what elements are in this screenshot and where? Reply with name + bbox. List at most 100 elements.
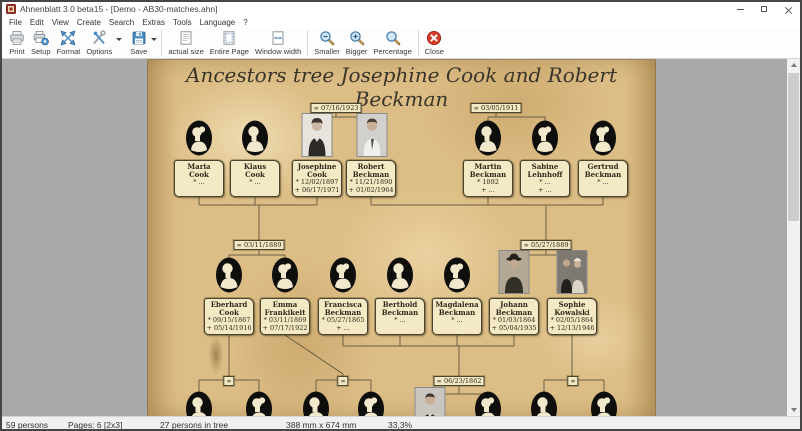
marriage-label: ∞: [567, 376, 578, 386]
printer-icon: [9, 30, 25, 46]
zoom-out-icon: [319, 30, 335, 46]
format-button[interactable]: Format: [54, 29, 84, 58]
person-box-klaus-cook[interactable]: Klaus Cook * ...: [230, 160, 280, 197]
marriage-label: ∞: [223, 376, 234, 386]
silhouette-female-icon: [591, 391, 618, 416]
silhouette-male-icon: [186, 391, 213, 416]
person-box-sophie-kowalski[interactable]: Sophie Kowalski * 02/05/1864 + 12/13/194…: [547, 298, 597, 335]
toolbar: Print Setup For: [2, 28, 800, 59]
smaller-button[interactable]: Smaller: [311, 29, 342, 58]
menu-edit[interactable]: Edit: [26, 18, 48, 27]
silhouette-male-icon: [242, 120, 269, 156]
silhouette-female-icon: [475, 391, 502, 416]
person-box-sabine-lehnhoff[interactable]: Sabine Lehnhoff * ... + ...: [520, 160, 570, 197]
marriage-label: ∞ 06/23/1862: [434, 376, 485, 386]
toolbar-separator: [307, 30, 308, 56]
person-box-francisca-beckman[interactable]: Francisca Beckman * 05/27/1865 + ...: [318, 298, 368, 335]
person-box-maria-cook[interactable]: Maria Cook * ...: [174, 160, 224, 197]
status-persons-in-tree: 27 persons in tree: [160, 420, 228, 430]
printer-setup-icon: [33, 30, 49, 46]
menu-language[interactable]: Language: [196, 18, 240, 27]
scroll-down-arrow-icon[interactable]: [787, 404, 800, 416]
person-box-berthold-beckman[interactable]: Berthold Beckman * ...: [375, 298, 425, 335]
scroll-up-arrow-icon[interactable]: [787, 59, 800, 71]
marriage-label: ∞: [337, 376, 348, 386]
dropdown-arrow-icon: [151, 38, 157, 41]
app-logo-icon: [6, 4, 16, 14]
person-box-josephine-cook[interactable]: Josephine Cook * 12/02/1897 + 06/17/1971: [292, 160, 342, 197]
status-zoom-level: 33,3%: [388, 420, 412, 430]
close-button[interactable]: Close: [422, 29, 447, 58]
toolbar-separator: [418, 30, 419, 56]
menu-view[interactable]: View: [48, 18, 73, 27]
zoom-in-icon: [349, 30, 365, 46]
zoom-percentage-icon: [385, 30, 401, 46]
status-bar: 59 persons Pages: 6 [2x3] 27 persons in …: [2, 416, 800, 431]
person-box-eberhard-cook[interactable]: Eberhard Cook * 09/15/1867 + 05/14/1916: [204, 298, 254, 335]
tree-page: Ancestors tree Josephine Cook and Robert…: [147, 59, 656, 416]
silhouette-male-icon: [303, 391, 330, 416]
person-box-martin-beckman[interactable]: Martin Beckman * 1892 + ...: [463, 160, 513, 197]
bigger-button[interactable]: Bigger: [343, 29, 371, 58]
page-window-width-icon: [270, 30, 286, 46]
print-button[interactable]: Print: [6, 29, 28, 58]
save-dropdown-arrow[interactable]: [150, 29, 158, 58]
options-button[interactable]: Options: [83, 29, 115, 58]
marriage-label: ∞ 05/27/1889: [521, 240, 572, 250]
silhouette-male-icon: [531, 391, 558, 416]
app-window: Ahnenblatt 3.0 beta15 - [Demo - AB30-mat…: [0, 0, 802, 431]
silhouette-female-icon: [246, 391, 273, 416]
menu-create[interactable]: Create: [73, 18, 105, 27]
silhouette-male-icon: [216, 257, 243, 293]
toolbar-separator: [161, 30, 162, 56]
minimize-button[interactable]: [728, 2, 752, 16]
close-icon: [426, 30, 442, 46]
status-pages: Pages: 6 [2x3]: [68, 420, 122, 430]
menu-tools[interactable]: Tools: [169, 18, 196, 27]
silhouette-female-icon: [590, 120, 617, 156]
page-entire-icon: [221, 30, 237, 46]
title-bar: Ahnenblatt 3.0 beta15 - [Demo - AB30-mat…: [2, 2, 800, 16]
status-paper-size: 388 mm x 674 mm: [286, 420, 356, 430]
person-box-robert-beckman[interactable]: Robert Beckman * 11/21/1890 + 01/02/1964: [346, 160, 396, 197]
silhouette-female-icon: [272, 257, 299, 293]
percentage-button[interactable]: Percentage: [370, 29, 414, 58]
save-floppy-icon: [131, 30, 147, 46]
status-persons-total: 59 persons: [6, 420, 48, 430]
silhouette-female-icon: [532, 120, 559, 156]
entire-page-button[interactable]: Entire Page: [207, 29, 252, 58]
tools-icon: [91, 30, 107, 46]
portrait-photo-man: [416, 388, 445, 416]
person-box-magdalena-beckman[interactable]: Magdalena Beckman * ...: [432, 298, 482, 335]
maximize-button[interactable]: [752, 2, 776, 16]
save-button[interactable]: Save: [127, 29, 150, 58]
portrait-photo-couple: [558, 251, 587, 293]
window-close-button[interactable]: [776, 2, 800, 16]
scrollbar-thumb[interactable]: [788, 73, 799, 221]
menu-file[interactable]: File: [5, 18, 26, 27]
tree-connector-lines: [148, 60, 656, 416]
actual-size-button[interactable]: actual size: [165, 29, 206, 58]
window-width-button[interactable]: Window width: [252, 29, 304, 58]
portrait-photo-man-hat: [500, 251, 529, 293]
person-box-johann-beckman[interactable]: Johann Beckman * 01/03/1864 + 05/04/1935: [489, 298, 539, 335]
tree-title: Ancestors tree Josephine Cook and Robert…: [148, 63, 655, 111]
preview-canvas: Ancestors tree Josephine Cook and Robert…: [2, 59, 800, 416]
marriage-label: ∞ 03/11/1889: [234, 240, 285, 250]
setup-button[interactable]: Setup: [28, 29, 54, 58]
person-box-gertrud-beckman[interactable]: Gertrud Beckman * ...: [578, 160, 628, 197]
menu-extras[interactable]: Extras: [138, 18, 169, 27]
portrait-photo-woman: [303, 114, 332, 156]
silhouette-female-icon: [186, 120, 213, 156]
vertical-scrollbar[interactable]: [787, 59, 800, 416]
dropdown-arrow-icon: [116, 38, 122, 41]
menu-help[interactable]: ?: [239, 18, 251, 27]
silhouette-male-icon: [387, 257, 414, 293]
options-dropdown-arrow[interactable]: [115, 29, 123, 58]
window-title: Ahnenblatt 3.0 beta15 - [Demo - AB30-mat…: [20, 4, 728, 14]
page-actual-size-icon: [178, 30, 194, 46]
portrait-photo-man: [358, 114, 387, 156]
person-box-emma-frankikeit[interactable]: Emma Frankikeit * 03/11/1869 + 07/17/192…: [260, 298, 310, 335]
marriage-label: ∞ 03/05/1911: [471, 103, 522, 113]
menu-search[interactable]: Search: [105, 18, 138, 27]
